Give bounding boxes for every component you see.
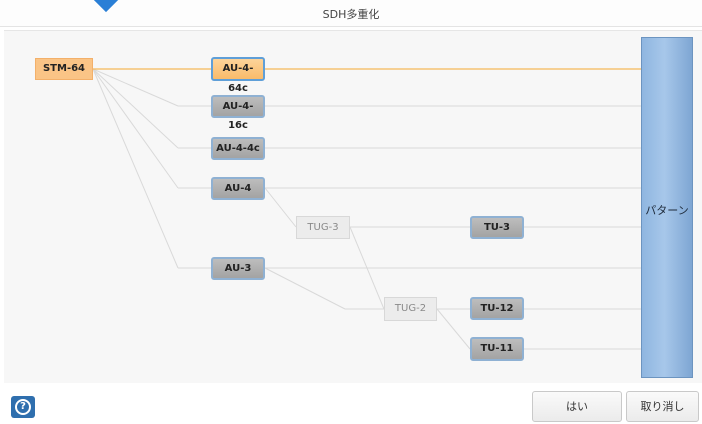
connector-au3-tug2: [264, 267, 346, 310]
node-tu-3[interactable]: TU-3: [470, 216, 524, 239]
node-au-4-64c[interactable]: AU-4-64c: [211, 57, 265, 94]
node-tug-2[interactable]: TUG-2: [384, 297, 437, 321]
node-au-4-16c[interactable]: AU-4-16c: [211, 95, 265, 131]
connector-stm-au4-4c: [92, 68, 179, 149]
node-au-3[interactable]: AU-3: [211, 257, 265, 280]
pattern-label: パターン: [645, 204, 689, 217]
node-tu-12[interactable]: TU-12: [470, 297, 524, 320]
node-tu-11[interactable]: TU-11: [470, 337, 524, 361]
help-icon: ?: [15, 399, 31, 415]
connector-stm-au4: [92, 68, 179, 189]
yes-button[interactable]: はい: [532, 391, 622, 422]
node-tug-3[interactable]: TUG-3: [296, 216, 350, 239]
help-button[interactable]: ?: [11, 396, 35, 418]
node-stm-64[interactable]: STM-64: [35, 58, 93, 80]
node-au-4-4c[interactable]: AU-4-4c: [211, 137, 265, 160]
connector-tug2-tu11: [436, 308, 471, 350]
node-au-4[interactable]: AU-4: [211, 177, 265, 200]
cancel-button[interactable]: 取り消し: [626, 391, 699, 422]
connector-stm-au3: [92, 68, 179, 269]
mapping-connectors: [92, 68, 641, 350]
pattern-panel[interactable]: パターン: [641, 37, 693, 378]
connector-au4-tug3: [264, 187, 297, 228]
